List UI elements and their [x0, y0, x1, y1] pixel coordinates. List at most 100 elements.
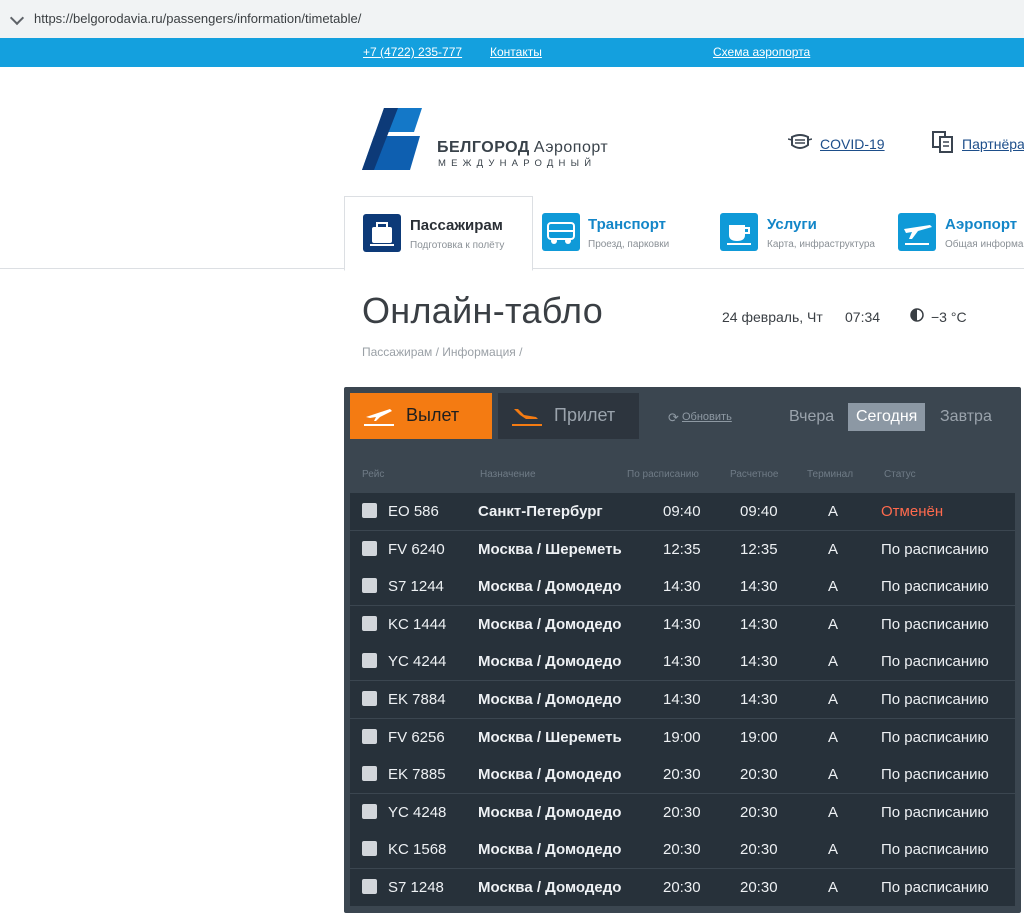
flight-number: EK 7885: [388, 766, 446, 784]
airline-logo-icon: [362, 691, 377, 706]
destination: Москва / Домодедо: [478, 841, 622, 859]
table-row[interactable]: YC 4248 Москва / Домодедо 20:30 20:30 A По ра…: [350, 793, 1015, 831]
flight-status: По расписанию: [881, 615, 989, 633]
table-row[interactable]: S7 1248 Москва / Домодедо 20:30 20:30 A По ра…: [350, 869, 1015, 906]
scheduled-time: 20:30: [663, 803, 701, 821]
flight-number: YC 4248: [388, 803, 447, 821]
nav-item-transport[interactable]: Транспорт Проезд, парковки: [532, 196, 712, 268]
nav-title: Транспорт: [588, 216, 667, 233]
flight-number: YC 4244: [388, 653, 447, 671]
destination: Москва / Домодедо: [478, 615, 622, 633]
day-today[interactable]: Сегодня: [848, 403, 926, 431]
column-header: Рейс: [362, 469, 385, 480]
estimated-time: 20:30: [740, 803, 778, 821]
day-yesterday[interactable]: Вчера: [781, 403, 842, 431]
flight-number: EO 586: [388, 503, 439, 520]
top-info-strip: +7 (4722) 235-777 Контакты Схема аэропор…: [0, 38, 1024, 67]
flight-status: По расписанию: [881, 766, 989, 784]
scheduled-time: 12:35: [663, 540, 701, 558]
contacts-link[interactable]: Контакты: [490, 45, 542, 59]
page-title: Онлайн-табло: [362, 290, 604, 331]
table-row[interactable]: FV 6240 Москва / Шереметь 12:35 12:35 A По ра…: [350, 530, 1015, 568]
brand-name[interactable]: БЕЛГОРОД Аэропорт МЕЖДУНАРОДНЫЙ: [437, 139, 608, 169]
table-row[interactable]: KC 1568 Москва / Домодедо 20:30 20:30 A По ра…: [350, 831, 1015, 869]
weather-icon: [910, 308, 924, 322]
airline-logo-icon: [362, 766, 377, 782]
estimated-time: 12:35: [740, 540, 778, 558]
tab-arrival-label: Прилет: [554, 405, 616, 425]
flight-status: По расписанию: [881, 540, 989, 558]
terminal: A: [828, 766, 839, 784]
table-row[interactable]: EO 586 Санкт-Петербург 09:40 09:40 A Отменён: [350, 493, 1015, 530]
terminal: A: [828, 540, 839, 558]
plane-icon: [898, 213, 936, 251]
nav-item-services[interactable]: Услуги Карта, инфраструктура: [712, 196, 892, 268]
table-row[interactable]: EK 7884 Москва / Домодедо 14:30 14:30 A По ра…: [350, 681, 1015, 718]
estimated-time: 20:30: [740, 766, 778, 784]
estimated-time: 09:40: [740, 503, 778, 520]
refresh-button[interactable]: ⟳ Обновить: [668, 410, 732, 425]
column-header: Расчетное: [730, 469, 779, 480]
airport-scheme-link[interactable]: Схема аэропорта: [713, 45, 810, 59]
flight-status: По расписанию: [881, 879, 989, 896]
nav-subtitle: Общая информа: [945, 239, 1024, 250]
airline-logo-icon: [362, 879, 377, 894]
column-header: Терминал: [807, 469, 854, 480]
refresh-icon: ⟳: [668, 410, 679, 425]
partners-link[interactable]: Партнёра: [962, 136, 1024, 152]
flight-number: EK 7884: [388, 691, 446, 708]
day-tomorrow[interactable]: Завтра: [932, 403, 1000, 431]
scheduled-time: 20:30: [663, 841, 701, 859]
flight-status: По расписанию: [881, 578, 989, 596]
bus-icon: [542, 213, 580, 251]
mask-icon: [788, 134, 812, 149]
tab-departure[interactable]: Вылет: [350, 393, 492, 439]
airline-logo-icon: [362, 540, 377, 556]
current-date: 24 февраль, Чт: [722, 309, 823, 325]
chevron-down-icon[interactable]: [9, 10, 25, 26]
estimated-time: 20:30: [740, 879, 778, 896]
breadcrumb[interactable]: Пассажирам / Информация /: [362, 345, 522, 359]
flight-status: По расписанию: [881, 691, 989, 708]
terminal: A: [828, 803, 839, 821]
nav-subtitle: Карта, инфраструктура: [767, 239, 875, 250]
nav-item-passengers[interactable]: Пассажирам Подготовка к полёту: [344, 196, 533, 271]
table-row[interactable]: YC 4244 Москва / Домодедо 14:30 14:30 A По ра…: [350, 643, 1015, 681]
flight-number: KC 1444: [388, 615, 447, 633]
flight-status: По расписанию: [881, 653, 989, 671]
airport-logo-icon[interactable]: [362, 108, 426, 170]
terminal: A: [828, 879, 839, 896]
flight-number: FV 6240: [388, 540, 445, 558]
table-row[interactable]: EK 7885 Москва / Домодедо 20:30 20:30 A По ра…: [350, 756, 1015, 794]
phone-link[interactable]: +7 (4722) 235-777: [363, 45, 462, 59]
flight-number: S7 1244: [388, 578, 444, 596]
estimated-time: 19:00: [740, 728, 778, 746]
airline-logo-icon: [362, 615, 377, 631]
destination: Москва / Домодедо: [478, 766, 622, 784]
column-header: Назначение: [480, 469, 536, 480]
table-row[interactable]: S7 1244 Москва / Домодедо 14:30 14:30 A По ра…: [350, 568, 1015, 606]
table-row[interactable]: KC 1444 Москва / Домодедо 14:30 14:30 A По ра…: [350, 605, 1015, 643]
airline-logo-icon: [362, 728, 377, 744]
nav-title: Пассажирам: [410, 217, 503, 234]
scheduled-time: 20:30: [663, 879, 701, 896]
terminal: A: [828, 615, 839, 633]
nav-title: Услуги: [767, 216, 817, 233]
terminal: A: [828, 578, 839, 596]
nav-item-airport[interactable]: Аэропорт Общая информа: [892, 196, 1024, 268]
column-header: Статус: [884, 469, 916, 480]
terminal: A: [828, 841, 839, 859]
nav-subtitle: Проезд, парковки: [588, 239, 670, 250]
estimated-time: 14:30: [740, 691, 778, 708]
current-time: 07:34: [845, 309, 881, 325]
airline-logo-icon: [362, 803, 377, 819]
destination: Москва / Домодедо: [478, 653, 622, 671]
destination: Москва / Домодедо: [478, 803, 622, 821]
table-row[interactable]: FV 6256 Москва / Шереметь 19:00 19:00 A По ра…: [350, 718, 1015, 756]
tab-arrival[interactable]: Прилет: [498, 393, 639, 439]
url-text[interactable]: https://belgorodavia.ru/passengers/infor…: [34, 11, 361, 26]
nav-subtitle: Подготовка к полёту: [410, 240, 505, 251]
scheduled-time: 14:30: [663, 578, 701, 596]
covid-link[interactable]: COVID-19: [820, 136, 885, 152]
flight-number: KC 1568: [388, 841, 447, 859]
